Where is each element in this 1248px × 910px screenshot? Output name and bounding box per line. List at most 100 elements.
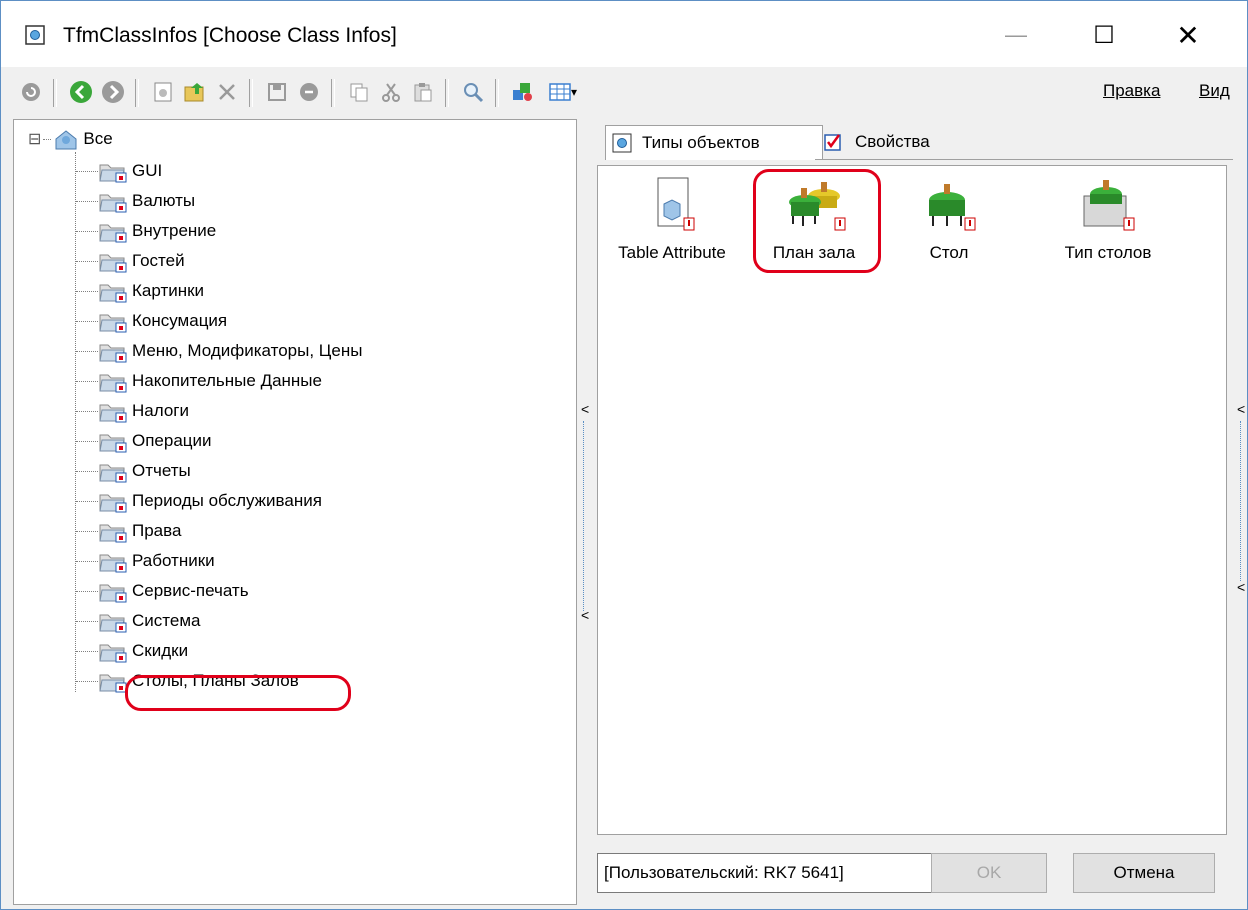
folder-icon xyxy=(99,674,127,693)
profile-select[interactable]: [Пользовательский: RK7 5641] ▾ xyxy=(597,853,961,893)
toolbar: ▾ Правка Вид xyxy=(1,67,1247,117)
object-types-icon xyxy=(612,133,632,153)
tree-root[interactable]: ⊟ Все xyxy=(28,124,113,154)
tree-item-label: Сервис-печать xyxy=(132,581,249,600)
folder-icon xyxy=(99,284,127,303)
folder-icon xyxy=(99,644,127,663)
tab-object-types[interactable]: Типы объектов xyxy=(605,125,823,160)
tab-properties-label: Свойства xyxy=(855,132,930,151)
tree-item[interactable]: Накопительные Данные xyxy=(76,366,322,396)
cut-icon[interactable] xyxy=(377,78,405,106)
tree-item-label: Работники xyxy=(132,551,215,570)
folder-icon xyxy=(99,164,127,183)
minimize-button[interactable]: — xyxy=(991,13,1041,57)
object-item[interactable]: Table Attribute xyxy=(604,174,740,263)
tree-item-label: Внутрение xyxy=(132,221,217,240)
delete-icon[interactable] xyxy=(213,78,241,106)
tree-item[interactable]: Работники xyxy=(76,546,215,576)
highlight-tables-item xyxy=(125,675,351,711)
category-tree[interactable]: ⊟ Все GUI Валюты Внутрение Гостей Картинки Ко… xyxy=(13,119,577,905)
table-icon xyxy=(929,184,976,231)
tab-properties[interactable]: Свойства xyxy=(823,125,930,159)
up-folder-icon[interactable] xyxy=(181,78,209,106)
folder-icon xyxy=(99,554,127,573)
tab-object-types-label: Типы объектов xyxy=(642,133,760,152)
paint-icon[interactable] xyxy=(509,78,537,106)
tree-item-label: Гостей xyxy=(132,251,185,270)
tree-item-label: Картинки xyxy=(132,281,205,300)
table-type-icon xyxy=(1083,180,1135,231)
right-panel: Типы объектов Свойства Table Attribute П… xyxy=(595,121,1235,861)
tree-item-label: Система xyxy=(132,611,201,630)
tree-item[interactable]: GUI xyxy=(76,156,162,186)
object-item[interactable]: Тип столов xyxy=(1038,174,1178,263)
profile-select-value: [Пользовательский: RK7 5641] xyxy=(604,863,844,882)
dropdown-arrow-icon: ▾ xyxy=(570,85,578,99)
tree-item[interactable]: Гостей xyxy=(76,246,185,276)
tree-item[interactable]: Внутрение xyxy=(76,216,216,246)
close-button[interactable]: ✕ xyxy=(1163,13,1213,57)
tree-item-label: Скидки xyxy=(132,641,189,660)
paste-icon[interactable] xyxy=(409,78,437,106)
back-icon[interactable] xyxy=(67,78,95,106)
tree-item[interactable]: Отчеты xyxy=(76,456,191,486)
root-icon xyxy=(55,130,77,150)
tree-item-label: Меню, Модификаторы, Цены xyxy=(132,341,363,360)
tree-item[interactable]: Меню, Модификаторы, Цены xyxy=(76,336,362,366)
tree-item-label: Операции xyxy=(132,431,212,450)
folder-icon xyxy=(99,194,127,213)
tree-item-label: Отчеты xyxy=(132,461,191,480)
grid-view-icon[interactable]: ▾ xyxy=(543,78,583,106)
maximize-button[interactable]: ☐ xyxy=(1079,13,1129,57)
tree-item[interactable]: Консумация xyxy=(76,306,227,336)
tree-item[interactable]: Скидки xyxy=(76,636,188,666)
folder-icon xyxy=(99,464,127,483)
folder-icon xyxy=(99,344,127,363)
folder-icon xyxy=(99,524,127,543)
tree-item-label: Валюты xyxy=(132,191,196,210)
folder-icon xyxy=(99,434,127,453)
cancel-button[interactable]: Отмена xyxy=(1073,853,1215,893)
copy-icon[interactable] xyxy=(345,78,373,106)
tree-item-label: Права xyxy=(132,521,182,540)
tree-item[interactable]: Операции xyxy=(76,426,212,456)
dialog-window: TfmClassInfos [Choose Class Infos] — ☐ ✕ xyxy=(0,0,1248,910)
splitter-handle[interactable]: < < xyxy=(579,401,589,631)
forward-icon[interactable] xyxy=(99,78,127,106)
object-item[interactable]: Стол xyxy=(894,174,1004,263)
folder-icon xyxy=(99,494,127,513)
ok-button[interactable]: OK xyxy=(931,853,1047,893)
highlight-hall-plan xyxy=(753,169,881,273)
tree-item-label: Налоги xyxy=(132,401,189,420)
menu-edit[interactable]: Правка xyxy=(1103,81,1160,101)
save-icon[interactable] xyxy=(263,78,291,106)
refresh-icon[interactable] xyxy=(17,78,45,106)
new-icon[interactable] xyxy=(149,78,177,106)
tree-item[interactable]: Налоги xyxy=(76,396,189,426)
revert-icon[interactable] xyxy=(295,78,323,106)
tree-item-label: Периоды обслуживания xyxy=(132,491,322,510)
tree-item[interactable]: Права xyxy=(76,516,181,546)
tree-item[interactable]: Сервис-печать xyxy=(76,576,249,606)
folder-icon xyxy=(99,224,127,243)
tree-root-label: Все xyxy=(83,129,113,148)
tree-item-label: Накопительные Данные xyxy=(132,371,322,390)
find-icon[interactable] xyxy=(459,78,487,106)
right-splitter-handle[interactable]: < < xyxy=(1237,401,1245,601)
folder-icon xyxy=(99,404,127,423)
tree-item-label: GUI xyxy=(132,161,163,180)
menu-view[interactable]: Вид xyxy=(1199,81,1230,101)
folder-icon xyxy=(99,614,127,633)
collapse-icon[interactable]: ⊟ xyxy=(28,129,41,149)
tree-item[interactable]: Периоды обслуживания xyxy=(76,486,322,516)
tree-item[interactable]: Картинки xyxy=(76,276,204,306)
tree-item[interactable]: Валюты xyxy=(76,186,195,216)
folder-icon xyxy=(99,374,127,393)
folder-icon xyxy=(99,254,127,273)
object-types-view[interactable]: Table Attribute План зала Стол Тип столо… xyxy=(597,165,1227,835)
title-bar: TfmClassInfos [Choose Class Infos] — ☐ ✕ xyxy=(1,1,1247,67)
folder-icon xyxy=(99,314,127,333)
folder-icon xyxy=(99,584,127,603)
tree-item-label: Консумация xyxy=(132,311,228,330)
tree-item[interactable]: Система xyxy=(76,606,200,636)
